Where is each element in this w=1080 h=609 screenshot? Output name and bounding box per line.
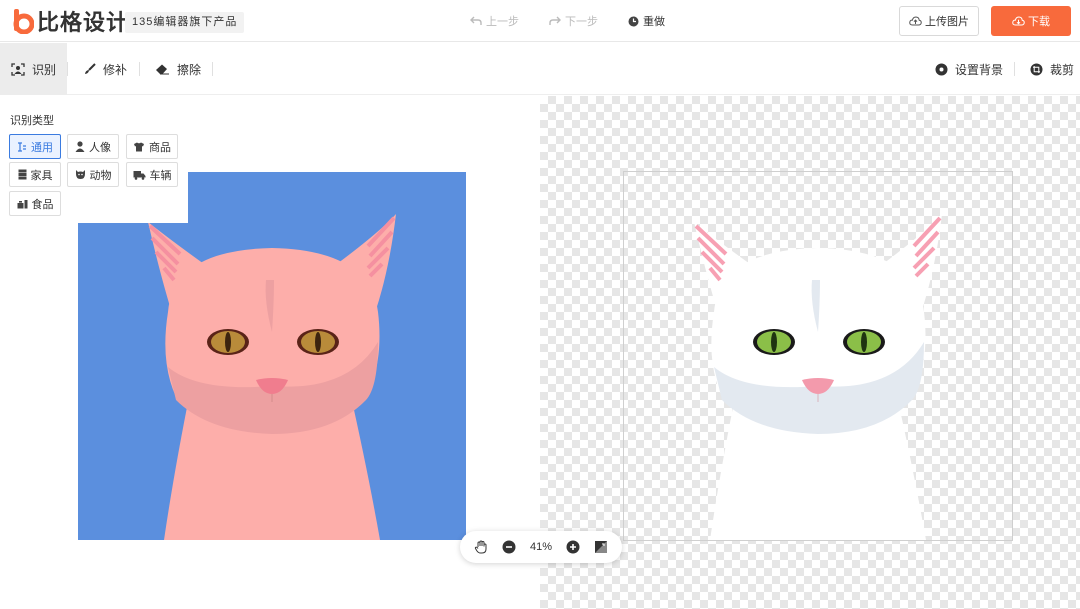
general-icon [17, 141, 27, 152]
hand-tool-icon[interactable] [474, 540, 488, 554]
logo-icon [12, 8, 35, 35]
animal-icon [75, 169, 86, 180]
tool-set-background[interactable]: 设置背景 [935, 43, 1003, 95]
tool-recognize-label: 识别 [31, 62, 56, 77]
reset-button[interactable]: 重做 [628, 13, 665, 29]
top-bar: 比格设计 135编辑器旗下产品 上一步 下一步 重做 上传图片 下载 [0, 0, 1080, 42]
tool-recognize[interactable]: 识别 [0, 43, 67, 95]
logo-text: 比格设计 [37, 10, 130, 35]
type-person-button[interactable]: 人像 [67, 134, 119, 159]
type-general-button[interactable]: 通用 [9, 134, 61, 159]
cloud-download-icon [1012, 16, 1025, 26]
tool-crop[interactable]: 裁剪 [1030, 43, 1074, 95]
upload-label: 上传图片 [925, 16, 969, 28]
type-food-label: 食品 [31, 198, 54, 211]
tool-set-background-label: 设置背景 [955, 62, 1004, 77]
type-food-button[interactable]: 食品 [9, 191, 61, 216]
type-furniture-label: 家具 [30, 169, 53, 182]
type-person-label: 人像 [89, 141, 111, 154]
divider [212, 62, 213, 76]
undo-icon [470, 16, 482, 26]
result-image [624, 172, 1012, 540]
upload-button[interactable]: 上传图片 [899, 6, 979, 36]
reset-label: 重做 [643, 16, 665, 28]
zoom-out-icon[interactable] [502, 540, 516, 554]
type-general-label: 通用 [31, 141, 53, 154]
eraser-icon [155, 64, 170, 75]
clock-icon [628, 16, 639, 27]
tool-repair-label: 修补 [103, 62, 128, 77]
product-icon [133, 142, 145, 152]
divider [67, 62, 68, 76]
compare-icon[interactable] [594, 540, 608, 554]
download-button[interactable]: 下载 [991, 6, 1071, 36]
source-image [78, 172, 466, 540]
furniture-icon [18, 169, 27, 180]
divider [1014, 62, 1015, 76]
crop-icon [1030, 63, 1043, 76]
tool-crop-label: 裁剪 [1050, 62, 1075, 77]
recognize-icon [11, 62, 25, 76]
type-furniture-button[interactable]: 家具 [9, 162, 61, 187]
tool-repair[interactable]: 修补 [84, 43, 127, 95]
divider [139, 62, 140, 76]
type-vehicle-button[interactable]: 车辆 [126, 162, 178, 187]
redo-label: 下一步 [565, 16, 598, 28]
type-vehicle-label: 车辆 [149, 169, 172, 182]
vehicle-icon [133, 170, 146, 180]
recognition-type-panel: 识别类型 通用 人像 商品 家具 动物 车辆 食品 [0, 96, 188, 223]
undo-button[interactable]: 上一步 [470, 13, 519, 29]
type-animal-label: 动物 [89, 169, 112, 182]
type-animal-button[interactable]: 动物 [67, 162, 119, 187]
redo-button[interactable]: 下一步 [549, 13, 598, 29]
background-icon [935, 63, 948, 76]
tool-bar: 识别 修补 擦除 设置背景 裁剪 [0, 43, 1080, 95]
type-product-label: 商品 [149, 141, 171, 154]
zoom-level: 41% [529, 541, 552, 553]
zoom-bar: 41% [460, 531, 622, 563]
redo-icon [549, 16, 561, 26]
panel-title: 识别类型 [10, 115, 54, 127]
product-tag: 135编辑器旗下产品 [125, 12, 245, 33]
tool-erase-label: 擦除 [177, 62, 202, 77]
food-icon [17, 199, 28, 209]
person-icon [75, 141, 85, 152]
download-label: 下载 [1028, 16, 1050, 28]
logo[interactable]: 比格设计 [12, 6, 129, 36]
zoom-in-icon[interactable] [566, 540, 580, 554]
brush-icon [84, 63, 96, 75]
undo-label: 上一步 [486, 16, 519, 28]
type-product-button[interactable]: 商品 [126, 134, 178, 159]
tool-erase[interactable]: 擦除 [155, 43, 201, 95]
cloud-upload-icon [909, 16, 922, 26]
